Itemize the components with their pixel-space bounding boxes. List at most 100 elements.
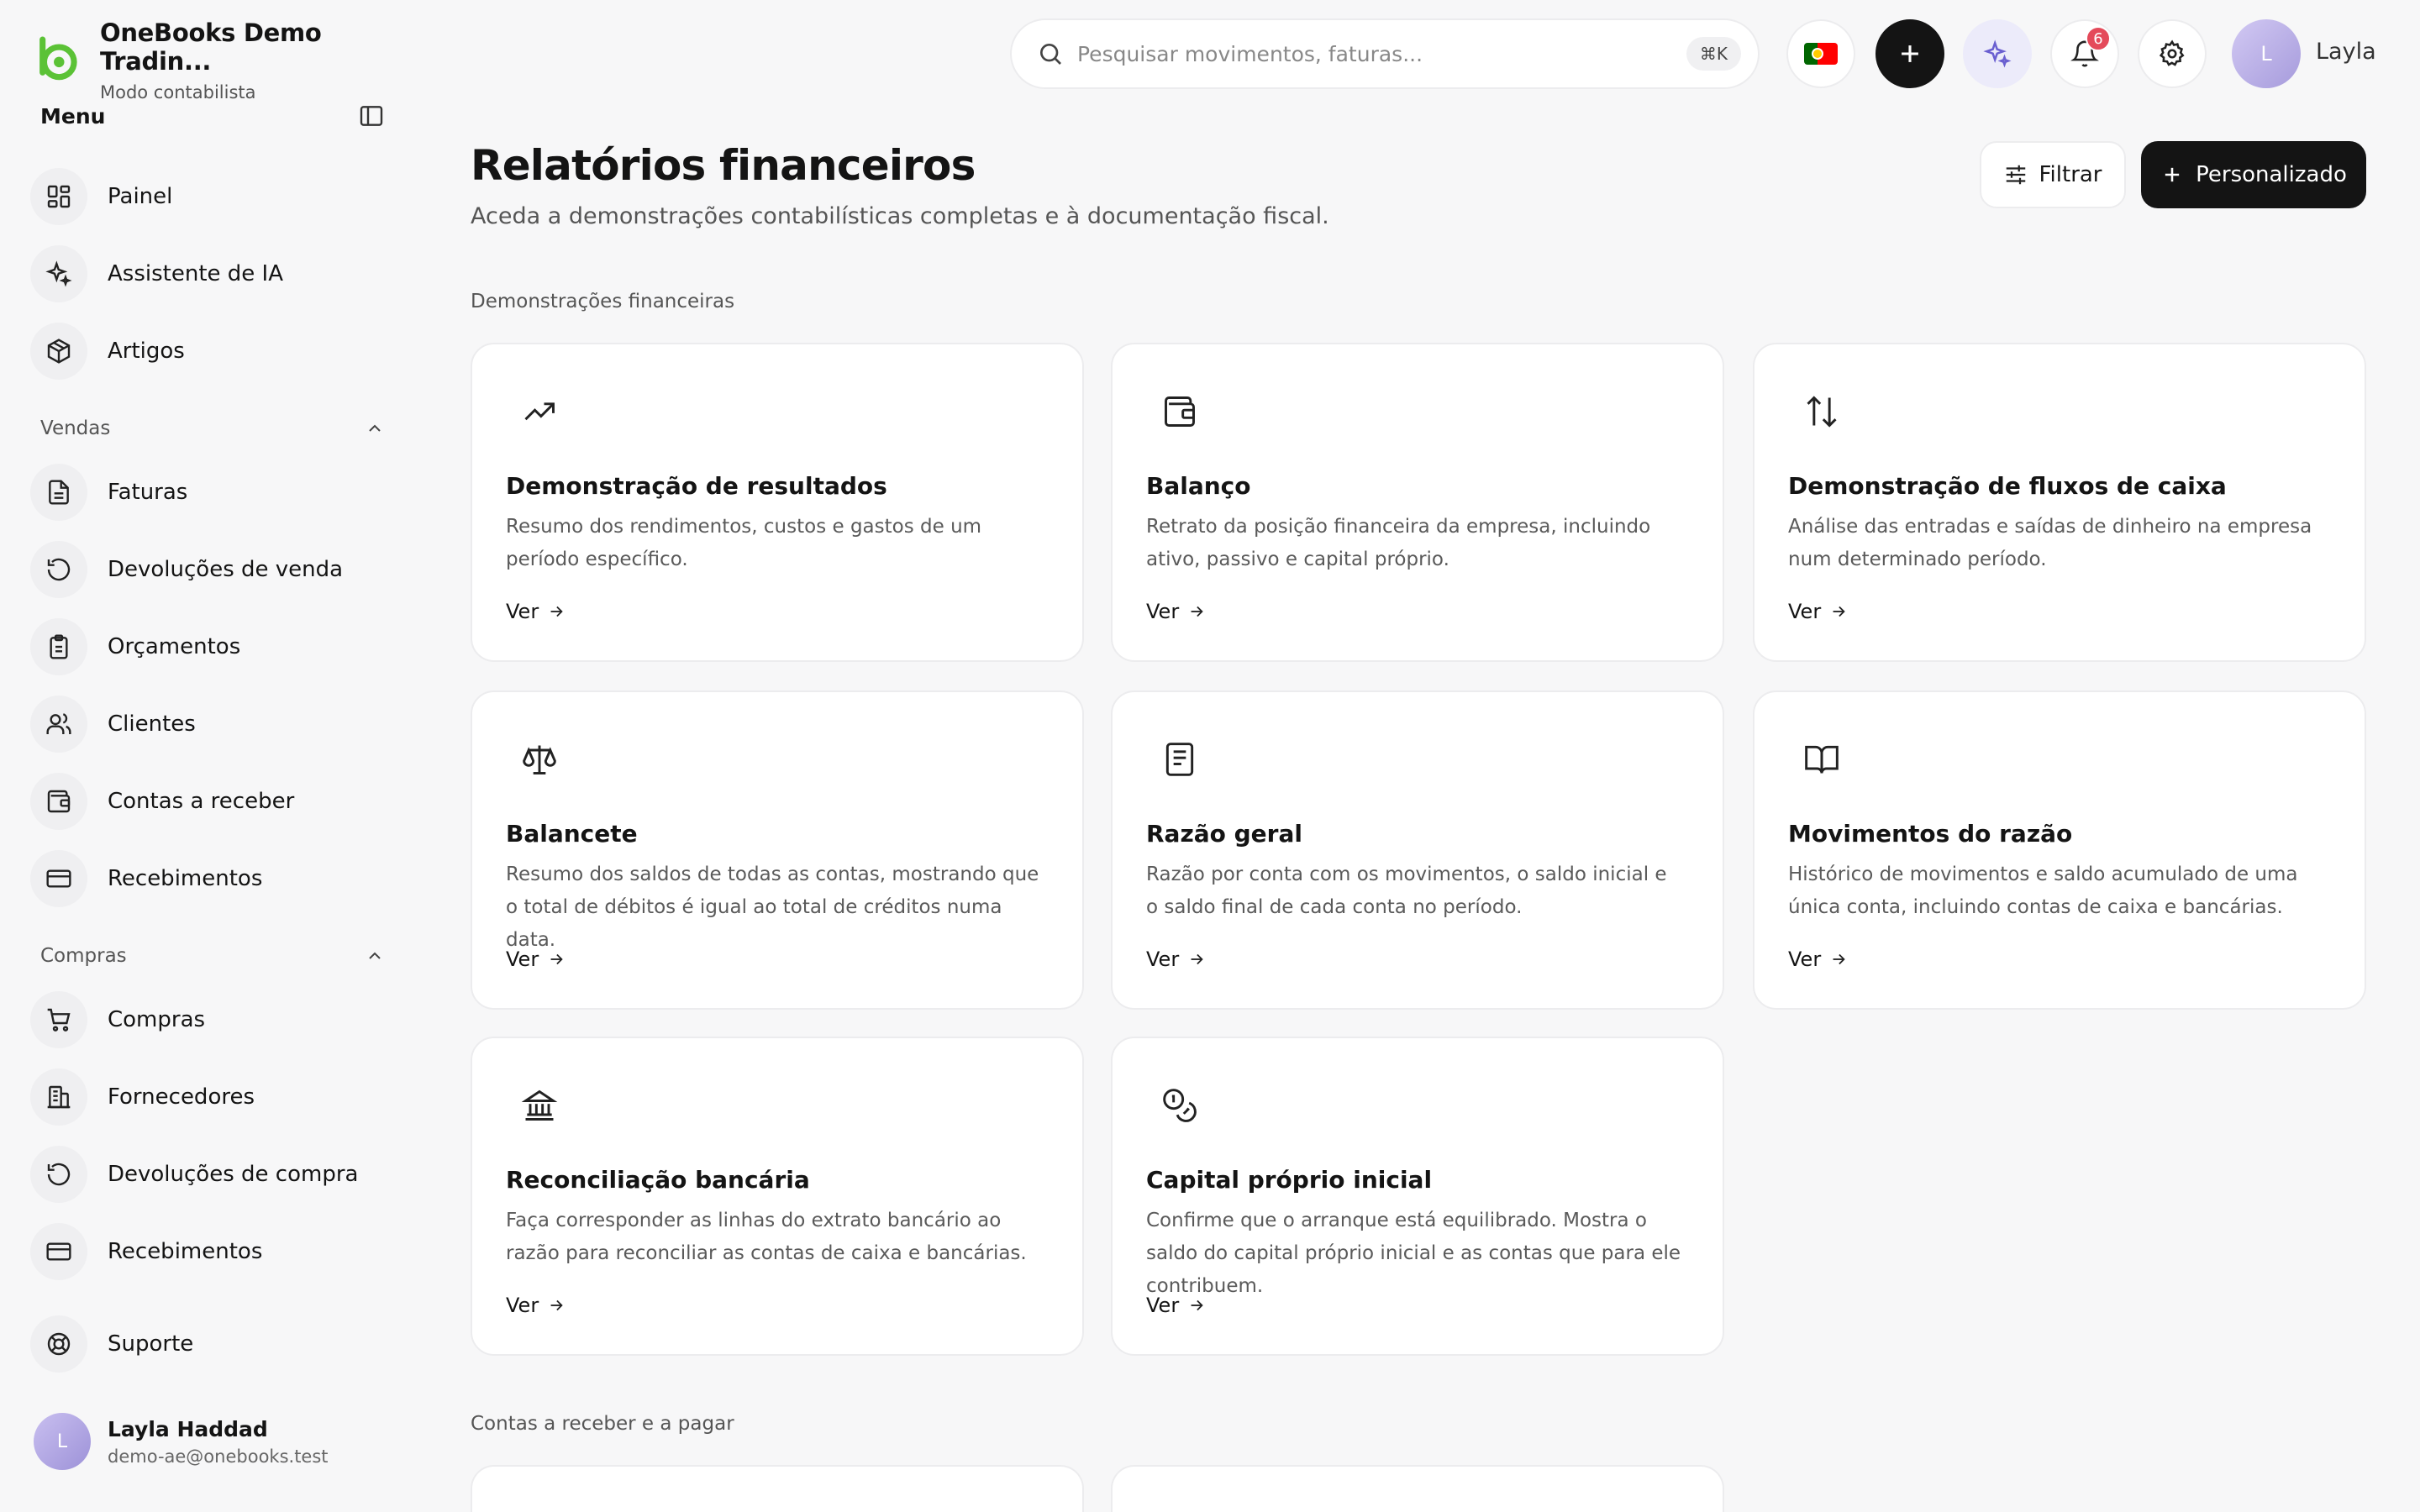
settings-button[interactable] — [2138, 19, 2207, 88]
company-name: OneBooks Demo Tradin... — [99, 18, 322, 76]
sidebar-item-devolucoes-compra[interactable]: Devoluções de compra — [30, 1144, 358, 1205]
sidebar-item-label: Devoluções de venda — [108, 557, 344, 582]
report-card-cash-flow[interactable]: Demonstração de fluxos de caixa Análise … — [1753, 343, 2366, 662]
arrow-right-icon — [539, 602, 566, 621]
dashboard-icon — [30, 168, 87, 225]
card-title: Demonstração de fluxos de caixa — [1788, 472, 2227, 500]
sidebar-item-ai-assistant[interactable]: Assistente de IA — [30, 244, 283, 304]
sidebar-group-vendas[interactable]: Vendas — [40, 415, 385, 442]
report-card-balance-sheet[interactable]: Balanço Retrato da posição financeira da… — [1111, 343, 1724, 662]
custom-report-button[interactable]: Personalizado — [2141, 141, 2366, 208]
report-card-partial[interactable] — [1111, 1465, 1724, 1512]
search-input[interactable] — [1077, 41, 1686, 66]
book-text-icon — [1161, 741, 1198, 778]
card-title: Capital próprio inicial — [1146, 1166, 1433, 1194]
view-link[interactable]: Ver — [506, 600, 566, 623]
report-card-general-ledger[interactable]: Razão geral Razão por conta com os movim… — [1111, 690, 1724, 1010]
lifebuoy-icon — [30, 1315, 87, 1373]
sidebar-item-suporte[interactable]: Suporte — [30, 1314, 193, 1374]
user-profile[interactable]: L Layla Haddad demo-ae@onebooks.test — [34, 1413, 329, 1470]
report-card-income-statement[interactable]: Demonstração de resultados Resumo dos re… — [471, 343, 1084, 662]
bank-icon — [521, 1087, 558, 1124]
arrow-right-icon — [1179, 950, 1206, 969]
create-button[interactable] — [1876, 19, 1944, 88]
sidebar-item-compras[interactable]: Compras — [30, 990, 205, 1050]
sidebar-item-fornecedores[interactable]: Fornecedores — [30, 1067, 255, 1127]
sidebar-item-label: Suporte — [108, 1331, 194, 1357]
sidebar-item-orcamentos[interactable]: Orçamentos — [30, 617, 240, 677]
sidebar: OneBooks Demo Tradin... Modo contabilist… — [0, 0, 403, 1512]
app-root: OneBooks Demo Tradin... Modo contabilist… — [0, 0, 2420, 1512]
report-card-opening-equity[interactable]: Capital próprio inicial Confirme que o a… — [1111, 1037, 1724, 1356]
section-label: Demonstrações financeiras — [471, 291, 735, 312]
view-link-label: Ver — [506, 600, 539, 623]
sidebar-item-painel[interactable]: Painel — [30, 166, 172, 227]
card-description: Análise das entradas e saídas de dinheir… — [1788, 516, 2312, 570]
sidebar-toggle-icon[interactable] — [358, 102, 385, 129]
sidebar-item-artigos[interactable]: Artigos — [30, 321, 185, 381]
view-link[interactable]: Ver — [1788, 600, 1848, 623]
arrow-right-icon — [1179, 1296, 1206, 1315]
credit-card-icon — [30, 1223, 87, 1280]
sidebar-item-contas-receber[interactable]: Contas a receber — [30, 771, 294, 832]
view-link[interactable]: Ver — [1788, 948, 1848, 971]
sidebar-item-label: Painel — [108, 184, 173, 209]
file-text-icon — [30, 464, 87, 521]
sidebar-item-faturas[interactable]: Faturas — [30, 462, 187, 522]
arrow-right-icon — [539, 1296, 566, 1315]
view-link-label: Ver — [1146, 1294, 1180, 1317]
report-card-ledger-movements[interactable]: Movimentos do razão Histórico de movimen… — [1753, 690, 2366, 1010]
card-title: Balancete — [506, 820, 638, 848]
sidebar-item-recebimentos-compra[interactable]: Recebimentos — [30, 1221, 262, 1282]
sidebar-group-compras[interactable]: Compras — [40, 942, 385, 969]
company-mode: Modo contabilista — [99, 82, 256, 102]
clipboard-icon — [30, 618, 87, 675]
card-description: Resumo dos rendimentos, custos e gastos … — [506, 516, 982, 570]
avatar[interactable]: L — [2232, 19, 2301, 88]
report-card-trial-balance[interactable]: Balancete Resumo dos saldos de todas as … — [471, 690, 1084, 1010]
ai-assistant-button[interactable] — [1963, 19, 2032, 88]
wallet-icon — [30, 773, 87, 830]
custom-label: Personalizado — [2196, 162, 2347, 187]
card-title: Movimentos do razão — [1788, 820, 2073, 848]
sparkles-icon — [1983, 39, 2012, 68]
book-open-icon — [1803, 741, 1840, 778]
sliders-icon — [2003, 162, 2039, 187]
group-label: Vendas — [40, 417, 111, 439]
view-link[interactable]: Ver — [1146, 1294, 1206, 1317]
card-title: Razão geral — [1146, 820, 1302, 848]
brand[interactable]: OneBooks Demo Tradin... Modo contabilist… — [34, 18, 403, 102]
search-bar[interactable]: ⌘K — [1010, 18, 1760, 89]
view-link-label: Ver — [1146, 600, 1180, 623]
wallet-icon — [1161, 393, 1198, 430]
page-title: Relatórios financeiros — [471, 141, 976, 190]
sidebar-item-devolucoes-venda[interactable]: Devoluções de venda — [30, 539, 343, 600]
view-link[interactable]: Ver — [1146, 948, 1206, 971]
sidebar-item-clientes[interactable]: Clientes — [30, 694, 196, 754]
sidebar-item-label: Fornecedores — [108, 1084, 255, 1110]
header-user-name[interactable]: Layla — [2316, 39, 2376, 65]
card-title: Balanço — [1146, 472, 1251, 500]
plus-icon — [1896, 39, 1924, 68]
users-icon — [30, 696, 87, 753]
card-description: Faça corresponder as linhas do extrato b… — [506, 1210, 1027, 1264]
view-link[interactable]: Ver — [506, 948, 566, 971]
card-description: Razão por conta com os movimentos, o sal… — [1146, 864, 1667, 918]
sidebar-item-label: Devoluções de compra — [108, 1162, 359, 1187]
brand-logo-icon — [34, 34, 82, 87]
report-card-partial[interactable] — [471, 1465, 1084, 1512]
notifications-button[interactable]: 6 — [2050, 19, 2119, 88]
sidebar-item-label: Clientes — [108, 711, 196, 737]
plus-icon — [2160, 163, 2196, 186]
view-link[interactable]: Ver — [506, 1294, 566, 1317]
language-button[interactable] — [1786, 19, 1855, 88]
view-link[interactable]: Ver — [1146, 600, 1206, 623]
report-card-bank-reconciliation[interactable]: Reconciliação bancária Faça corresponder… — [471, 1037, 1084, 1356]
filter-button[interactable]: Filtrar — [1980, 141, 2126, 208]
scale-icon — [521, 741, 558, 778]
portugal-flag-icon — [1804, 43, 1838, 65]
arrow-right-icon — [1179, 602, 1206, 621]
sidebar-item-label: Compras — [108, 1007, 206, 1032]
sidebar-item-recebimentos-venda[interactable]: Recebimentos — [30, 848, 262, 909]
box-icon — [30, 323, 87, 380]
